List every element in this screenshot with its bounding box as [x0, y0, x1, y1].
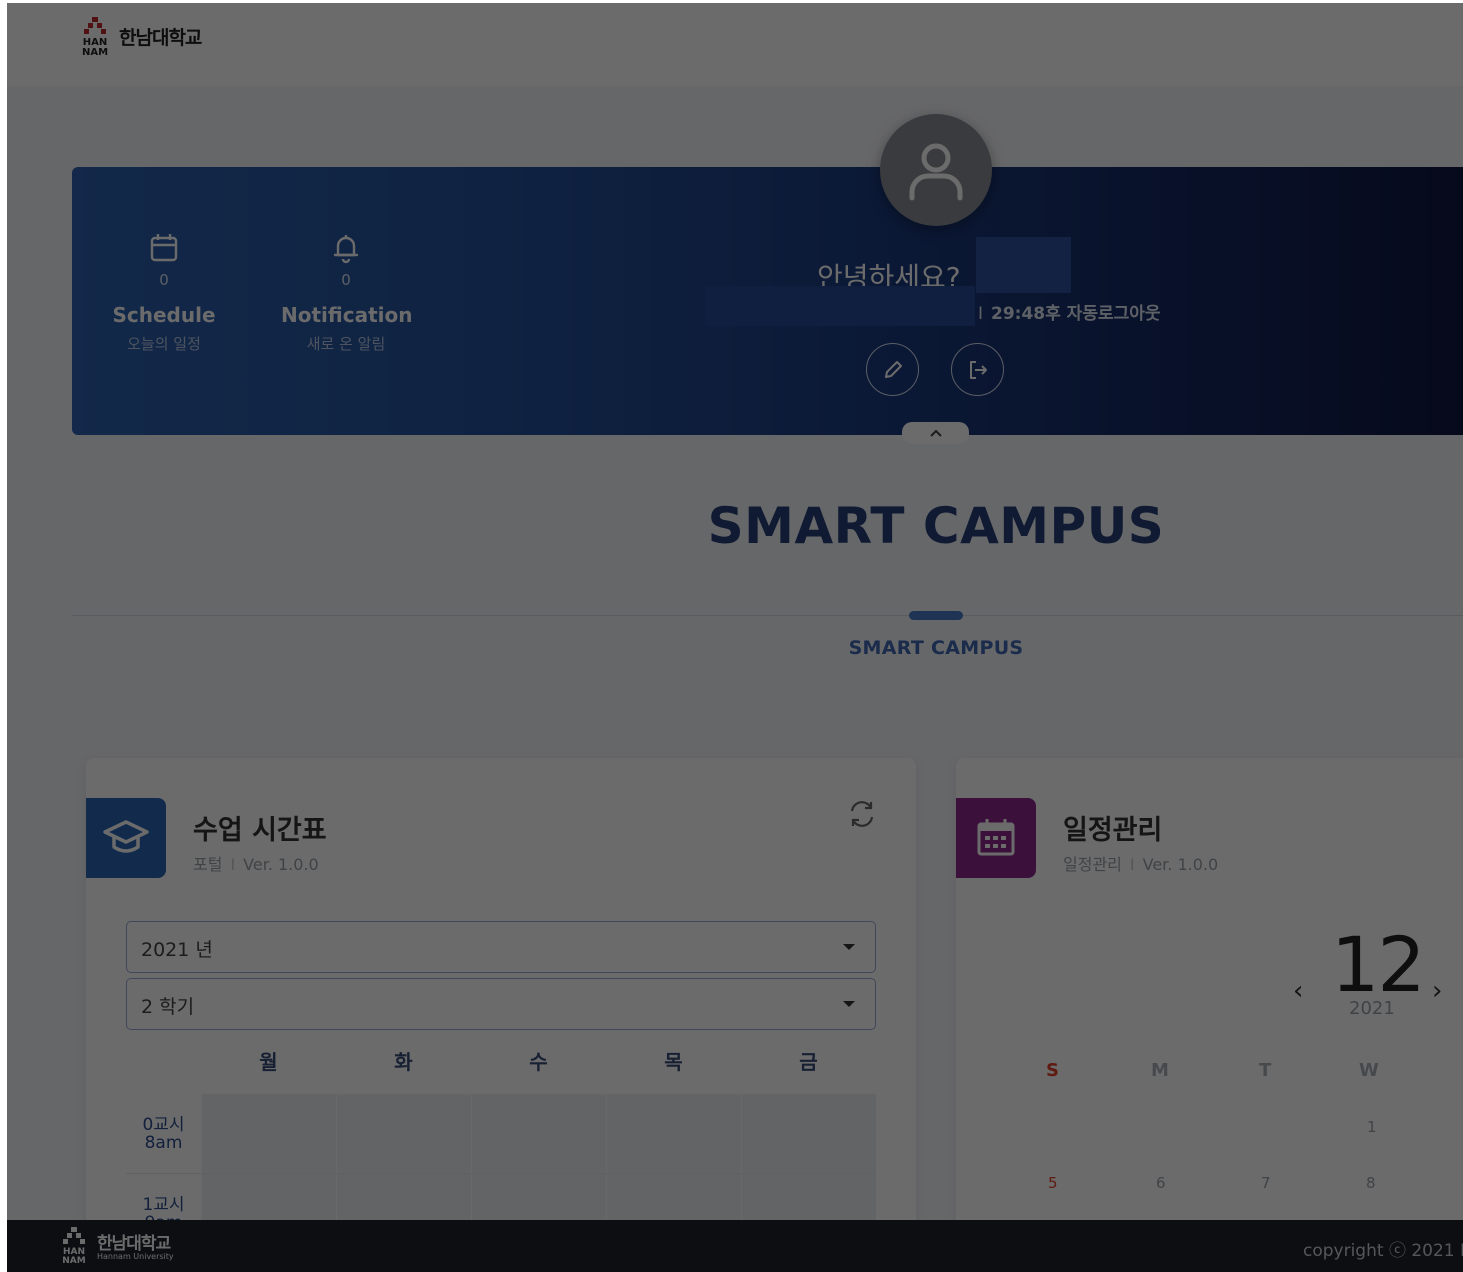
footer-logo: HAN NAM 한남대학교 Hannam University	[59, 1225, 174, 1265]
timetable-meta: 포털 I Ver. 1.0.0	[193, 851, 319, 875]
timetable-cell[interactable]	[336, 1094, 471, 1173]
svg-text:NAM: NAM	[82, 47, 108, 57]
footer-logo-english: Hannam University	[97, 1252, 174, 1261]
bell-icon	[333, 235, 359, 264]
footer-logo-text: 한남대학교 Hannam University	[97, 1229, 174, 1261]
chevron-up-icon	[929, 429, 942, 437]
pencil-icon	[884, 360, 902, 378]
user-icon	[909, 143, 963, 201]
weekday-sun: S	[1046, 1060, 1059, 1081]
prev-month-button[interactable]: ‹	[1293, 976, 1303, 1006]
notification-count: 0	[341, 271, 351, 289]
calendar-day[interactable]: 8	[1366, 1174, 1376, 1192]
day-wed: 수	[529, 1050, 548, 1074]
app-frame: HAN NAM 한남대학교 0 Schedule 오늘의 일정 0 Notifi…	[7, 3, 1463, 1272]
schedule-card-icon	[956, 798, 1036, 878]
day-tue: 화	[394, 1050, 413, 1074]
svg-text:NAM: NAM	[62, 1256, 85, 1265]
notification-subtitle: 새로 온 알림	[306, 335, 386, 353]
weekday-tue: T	[1259, 1060, 1272, 1081]
calendar-day[interactable]: 5	[1048, 1174, 1058, 1192]
copyright-text: copyright ⓒ 2021 Hannam University	[1303, 1241, 1463, 1261]
period-label: 0교시 8am	[126, 1094, 201, 1173]
university-logo[interactable]: HAN NAM 한남대학교	[79, 15, 202, 57]
page-title: SMART CAMPUS	[707, 497, 1165, 555]
schedule-count: 0	[159, 271, 169, 289]
period-number: 1교시	[142, 1195, 185, 1215]
auto-logout-text: 29:48후 자동로그아웃	[991, 304, 1161, 324]
weekday-wed: W	[1359, 1060, 1379, 1081]
timetable-card-icon	[86, 798, 166, 878]
timetable-grid: 0교시 8am 1교시 9am	[126, 1094, 876, 1238]
redacted-user-info	[705, 286, 975, 326]
refresh-icon[interactable]	[846, 798, 878, 830]
tab-smart-campus[interactable]: SMART CAMPUS	[7, 637, 1463, 659]
hannam-logo-icon: HAN NAM	[82, 17, 108, 57]
calendar-grid-icon	[977, 819, 1015, 856]
weekday-header: 월 화 수 목 금	[201, 1046, 876, 1075]
calendar-day[interactable]: 7	[1261, 1174, 1271, 1192]
footer: HAN NAM 한남대학교 Hannam University copyrigh…	[7, 1220, 1463, 1272]
timetable-cell[interactable]	[201, 1094, 336, 1173]
notification-title: Notification	[281, 303, 413, 327]
weekday-mon: M	[1151, 1060, 1169, 1081]
schedule-subtitle: 오늘의 일정	[127, 335, 201, 353]
calendar-icon	[150, 234, 178, 262]
footer-logo-korean: 한남대학교	[97, 1234, 171, 1254]
logo-text: 한남대학교	[119, 26, 202, 49]
meta-separator: I	[1129, 855, 1135, 874]
timetable-source: 포털	[193, 855, 223, 874]
top-bar: HAN NAM 한남대학교	[7, 3, 1463, 86]
collapse-banner-button[interactable]	[902, 422, 969, 444]
timetable-cell[interactable]	[471, 1094, 606, 1173]
active-tab-indicator	[909, 611, 963, 620]
period-number: 0교시	[142, 1115, 185, 1135]
meta-separator: I	[230, 855, 236, 874]
schedule-quick-link[interactable]: 0 Schedule 오늘의 일정	[99, 231, 229, 354]
schedule-meta: 일정관리 I Ver. 1.0.0	[1063, 851, 1218, 875]
auto-logout-timer: I 29:48후 자동로그아웃	[978, 299, 1161, 324]
chevron-down-icon	[843, 944, 855, 950]
calendar-day[interactable]: 1	[1367, 1118, 1377, 1136]
logout-icon	[969, 360, 987, 379]
hannam-logo-icon: HAN NAM	[62, 1227, 86, 1265]
schedule-title: Schedule	[112, 303, 216, 327]
chevron-down-icon	[843, 1001, 855, 1007]
month-number: 12	[1331, 920, 1426, 1009]
day-mon: 월	[259, 1050, 278, 1074]
tab-divider	[72, 615, 1463, 616]
calendar-day[interactable]: 6	[1156, 1174, 1166, 1192]
edit-profile-button[interactable]	[866, 343, 919, 396]
next-month-button[interactable]: ›	[1432, 976, 1442, 1006]
day-fri: 금	[799, 1050, 818, 1074]
schedule-title: 일정관리	[1063, 815, 1163, 846]
timetable-version: Ver. 1.0.0	[243, 855, 319, 874]
day-thu: 목	[664, 1050, 683, 1074]
schedule-version: Ver. 1.0.0	[1142, 855, 1219, 874]
timetable-cell[interactable]	[741, 1094, 876, 1173]
user-avatar[interactable]	[880, 114, 992, 226]
redacted-user-name	[976, 237, 1071, 293]
schedule-source: 일정관리	[1063, 855, 1122, 874]
notification-quick-link[interactable]: 0 Notification 새로 온 알림	[281, 231, 413, 354]
logout-button[interactable]	[951, 343, 1004, 396]
timetable-cell[interactable]	[606, 1094, 741, 1173]
year-select[interactable]: 2021 년	[126, 921, 876, 973]
year-select-value: 2021 년	[141, 939, 213, 961]
schedule-card: 일정관리 일정관리 I Ver. 1.0.0 ‹ 12 2021 › S M T W…	[956, 758, 1463, 1238]
semester-select[interactable]: 2 학기	[126, 978, 876, 1030]
year-number: 2021	[1349, 998, 1395, 1019]
semester-select-value: 2 학기	[141, 996, 195, 1018]
table-row: 0교시 8am	[126, 1094, 876, 1174]
graduation-cap-icon	[103, 820, 149, 853]
session-separator: I	[978, 304, 984, 324]
timetable-card: 수업 시간표 포털 I Ver. 1.0.0 2021 년 2 학기 월 화 수 목…	[86, 758, 916, 1238]
period-time: 8am	[144, 1133, 183, 1153]
timetable-title: 수업 시간표	[193, 815, 327, 846]
